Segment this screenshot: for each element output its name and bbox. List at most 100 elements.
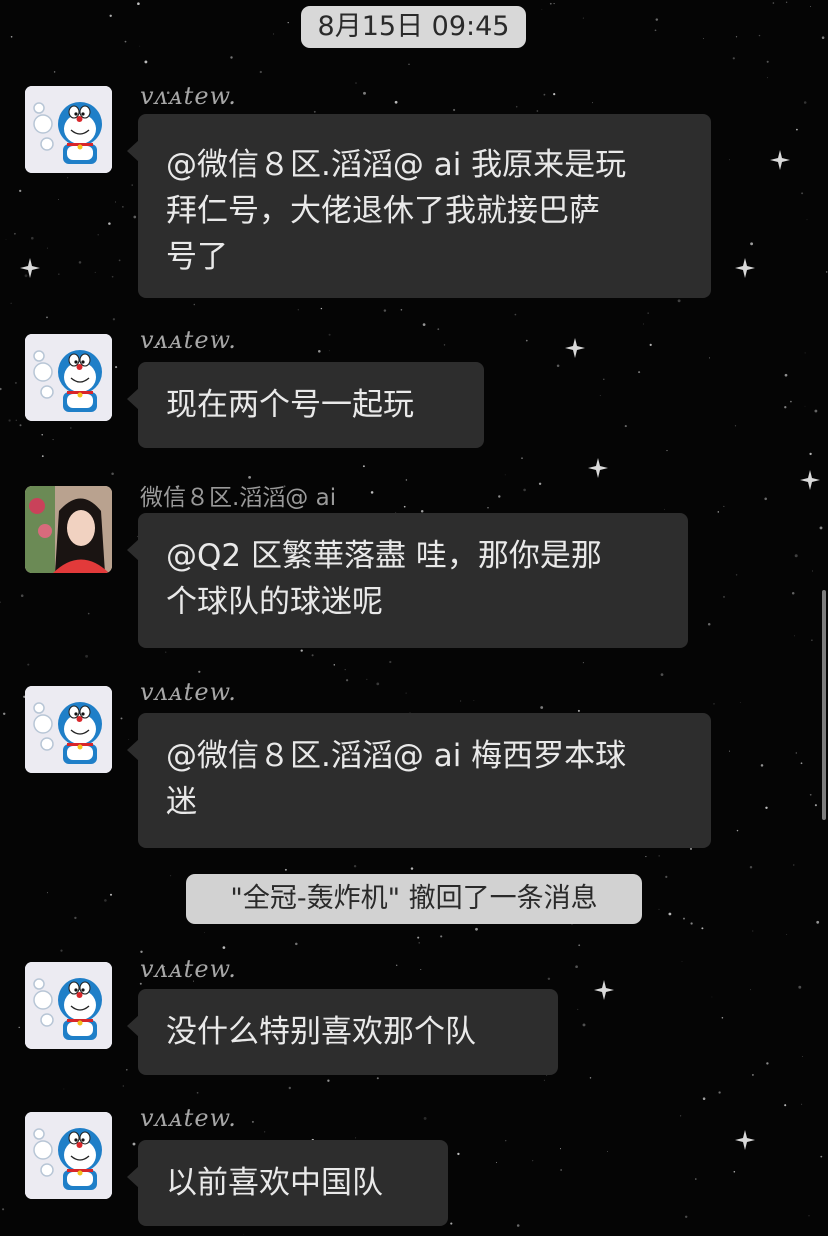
star [582, 662, 584, 664]
star [370, 491, 374, 494]
sender-name: ⅴᴧᴀtew. [140, 82, 237, 110]
star [74, 916, 77, 920]
star [736, 829, 739, 832]
star [8, 419, 11, 422]
star [403, 505, 406, 508]
star [750, 989, 751, 991]
star [345, 679, 349, 682]
star [664, 508, 665, 510]
avatar-doraemon[interactable] [25, 86, 112, 173]
doraemon-icon [25, 1112, 112, 1199]
star [313, 110, 316, 113]
star [273, 33, 275, 35]
star [122, 206, 124, 208]
star [420, 968, 422, 970]
star [808, 1215, 810, 1217]
sender-name: 微信８区.滔滔@ ai [140, 485, 337, 511]
star [721, 1017, 724, 1019]
star [553, 3, 555, 5]
star [668, 912, 672, 916]
star [505, 1140, 507, 1142]
avatar-doraemon[interactable] [25, 962, 112, 1049]
sparkle-star [565, 338, 585, 358]
star [767, 77, 768, 79]
star [794, 554, 798, 558]
star [104, 899, 107, 902]
scrollbar[interactable] [822, 590, 826, 820]
star [795, 752, 797, 754]
star [63, 1088, 65, 1090]
message-bubble[interactable]: @微信８区.滔滔@ ai 我原来是玩 拜仁号，大佬退休了我就接巴萨 号了 [127, 114, 711, 298]
star [638, 371, 641, 374]
sparkle-star [800, 470, 820, 490]
star [660, 673, 664, 676]
star [794, 635, 795, 637]
star [203, 932, 205, 934]
star [603, 378, 605, 381]
star [543, 93, 546, 96]
star [400, 309, 403, 311]
star [139, 982, 142, 985]
star [144, 60, 148, 64]
star [114, 201, 116, 203]
star [2, 712, 6, 716]
star [516, 1224, 520, 1227]
sender-name: ⅴᴧᴀtew. [140, 1104, 237, 1132]
star [665, 875, 668, 879]
star [666, 450, 668, 452]
star [577, 709, 580, 712]
star [222, 946, 226, 949]
star [344, 669, 346, 671]
star [333, 664, 336, 666]
star [543, 1079, 545, 1081]
star [115, 366, 118, 369]
star [15, 419, 17, 421]
sparkle-star [20, 258, 40, 278]
star [532, 1160, 534, 1162]
star [582, 1023, 586, 1027]
star [108, 222, 111, 225]
star [680, 1115, 682, 1117]
star [702, 1097, 706, 1100]
message-bubble[interactable]: 没什么特别喜欢那个队 [127, 989, 558, 1075]
star [723, 505, 725, 507]
star [809, 793, 812, 796]
star [806, 219, 808, 221]
message-bubble[interactable]: @微信８区.滔滔@ ai 梅西罗本球 迷 [127, 713, 711, 848]
doraemon-icon [25, 962, 112, 1049]
star [457, 1152, 460, 1156]
star [230, 56, 233, 59]
doraemon-icon [25, 334, 112, 421]
star [556, 364, 560, 367]
star [819, 526, 823, 530]
avatar-doraemon[interactable] [25, 686, 112, 773]
star [440, 935, 443, 938]
star [297, 309, 299, 311]
star [582, 17, 584, 19]
star [383, 309, 387, 312]
avatar-doraemon[interactable] [25, 1112, 112, 1199]
star [300, 649, 303, 652]
sparkle-star [735, 258, 755, 278]
star [735, 574, 738, 576]
star [132, 1142, 136, 1146]
message-bubble[interactable]: @Q2 区繁華落盡 哇，那你是那 个球队的球迷呢 [127, 513, 688, 648]
star [311, 654, 314, 657]
star [52, 439, 54, 441]
star [243, 1233, 245, 1235]
avatar-doraemon[interactable] [25, 334, 112, 421]
star [796, 128, 798, 131]
message-bubble[interactable]: 现在两个号一起玩 [127, 362, 484, 448]
star [821, 36, 825, 39]
star [764, 497, 767, 501]
star [405, 692, 407, 694]
doraemon-icon [25, 686, 112, 773]
avatar-woman-photo[interactable] [25, 486, 112, 573]
star [577, 1008, 579, 1010]
star [46, 892, 48, 894]
star [655, 18, 659, 21]
star [750, 242, 754, 246]
star [10, 302, 12, 304]
star [735, 36, 738, 38]
message-bubble[interactable]: 以前喜欢中国队 [127, 1140, 448, 1226]
